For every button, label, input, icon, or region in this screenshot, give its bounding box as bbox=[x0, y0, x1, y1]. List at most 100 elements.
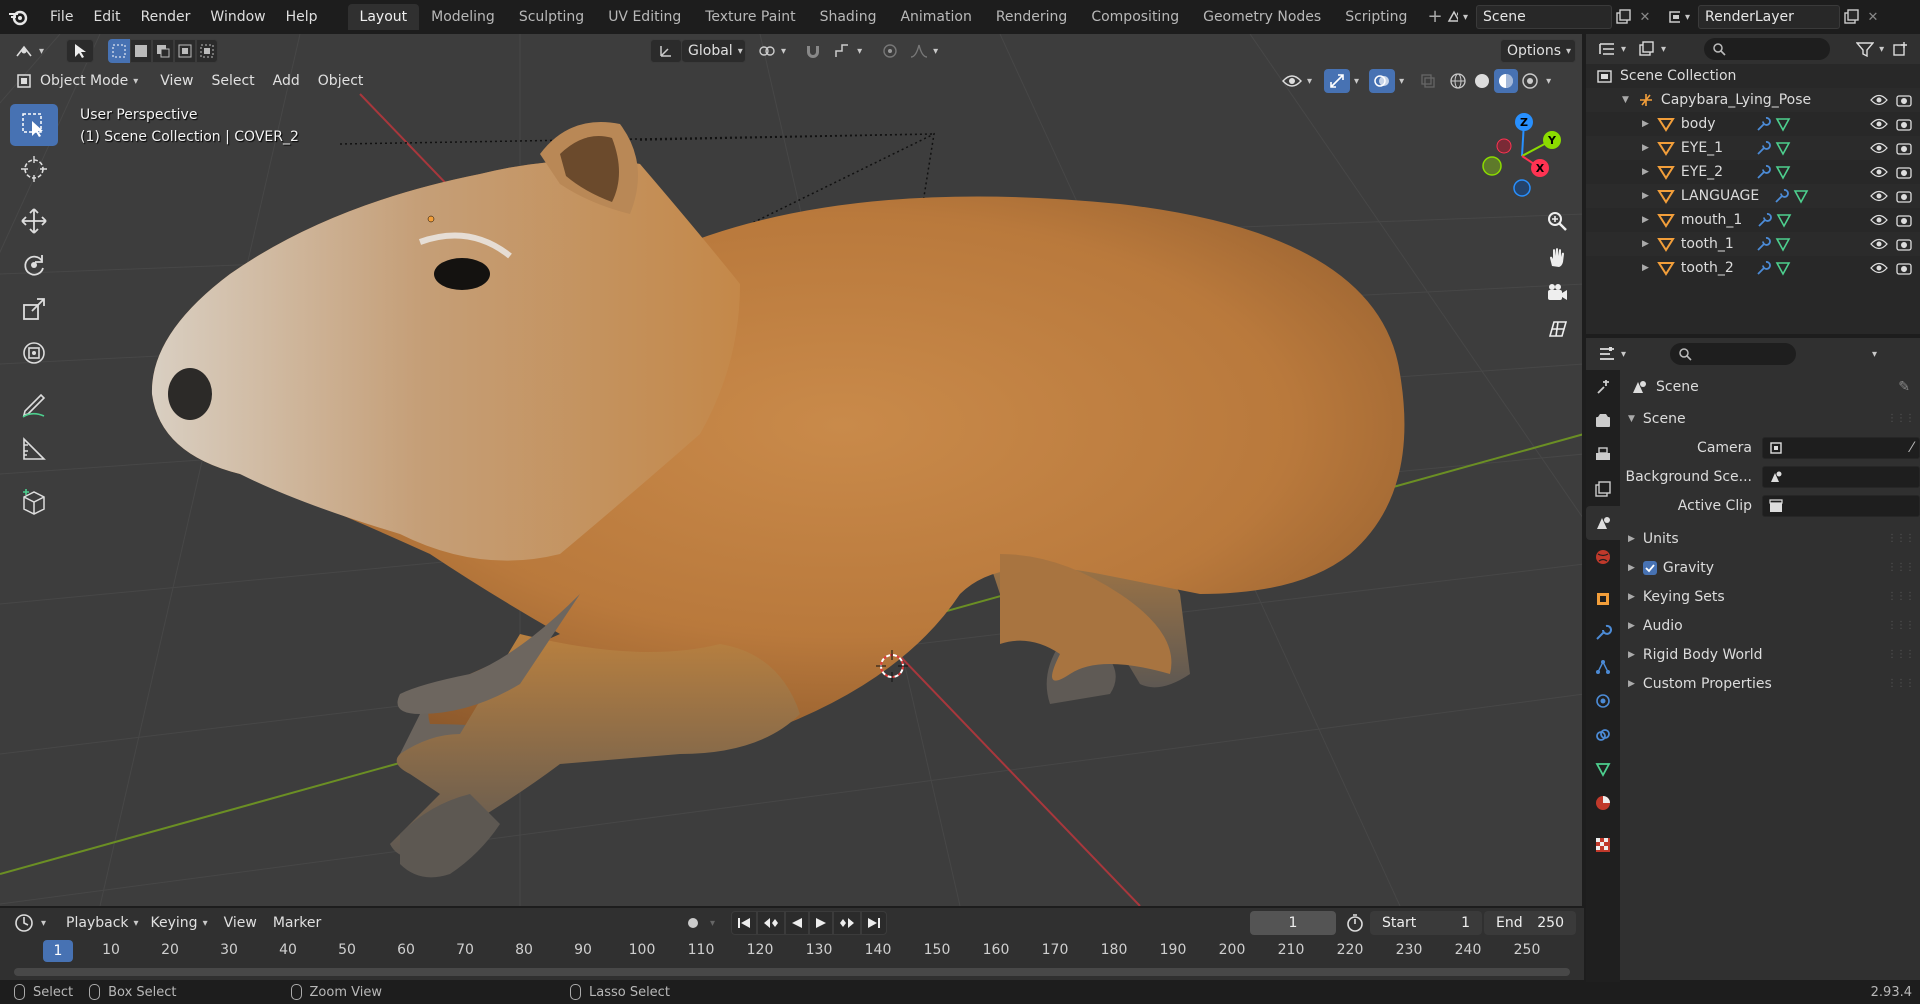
mesh-data-icon[interactable] bbox=[1775, 164, 1791, 180]
tab-view-layer[interactable] bbox=[1586, 472, 1620, 506]
properties-options-dropdown[interactable]: ▾ bbox=[1868, 342, 1881, 366]
select-mode-extend-icon[interactable] bbox=[130, 39, 153, 63]
expand-triangle-icon[interactable]: ▶ bbox=[1642, 119, 1649, 129]
eye-icon[interactable] bbox=[1870, 237, 1888, 251]
pin-icon[interactable]: ✎ bbox=[1898, 379, 1910, 395]
modifier-wrench-icon[interactable] bbox=[1756, 212, 1773, 228]
eye-icon[interactable] bbox=[1870, 141, 1888, 155]
tab-modifiers[interactable] bbox=[1586, 616, 1620, 650]
xray-toggle[interactable] bbox=[1416, 69, 1440, 93]
start-frame-field[interactable]: Start 1 bbox=[1370, 911, 1482, 935]
filter-button[interactable]: ▾ bbox=[1852, 37, 1888, 61]
mesh-data-icon[interactable] bbox=[1775, 140, 1791, 156]
active-clip-field[interactable] bbox=[1762, 494, 1920, 517]
capybara-model[interactable] bbox=[151, 122, 1405, 878]
mesh-data-icon[interactable] bbox=[1775, 236, 1791, 252]
snap-options-button[interactable]: ▾ bbox=[828, 39, 868, 63]
outliner-row-capybara[interactable]: ▼ Capybara_Lying_Pose bbox=[1586, 88, 1920, 112]
tab-object[interactable] bbox=[1586, 582, 1620, 616]
menu-add[interactable]: Add bbox=[267, 69, 306, 93]
modifier-wrench-icon[interactable] bbox=[1755, 116, 1771, 132]
options-dropdown[interactable]: Options ▾ bbox=[1500, 39, 1576, 63]
outliner-row-object[interactable]: ▶ EYE_1 bbox=[1586, 136, 1920, 160]
eye-icon[interactable] bbox=[1870, 165, 1888, 179]
proportional-falloff-button[interactable]: ▾ bbox=[904, 39, 944, 63]
timeline-editor-type-button[interactable]: ▾ bbox=[8, 911, 52, 935]
tab-world[interactable] bbox=[1586, 540, 1620, 574]
menu-help[interactable]: Help bbox=[276, 0, 328, 34]
tab-animation[interactable]: Animation bbox=[888, 4, 983, 30]
current-frame-field[interactable]: 1 bbox=[1250, 911, 1336, 935]
delete-view-layer-icon[interactable]: ✕ bbox=[1862, 5, 1884, 29]
outliner-row-scene-collection[interactable]: Scene Collection bbox=[1586, 64, 1920, 88]
zoom-icon[interactable] bbox=[1540, 204, 1574, 238]
eye-icon[interactable] bbox=[1870, 261, 1888, 275]
display-mode-button[interactable]: ▾ bbox=[1634, 37, 1670, 61]
modifier-wrench-icon[interactable] bbox=[1755, 140, 1771, 156]
camera-view-icon[interactable] bbox=[1540, 276, 1574, 310]
prev-keyframe-button[interactable] bbox=[757, 911, 786, 935]
auto-keying-toggle[interactable] bbox=[680, 911, 706, 935]
render-camera-icon[interactable] bbox=[1896, 261, 1912, 275]
keying-dropdown[interactable]: Keying ▾ bbox=[145, 911, 214, 935]
panel-units[interactable]: ▶ Units ⋮⋮⋮ bbox=[1620, 524, 1920, 553]
render-camera-icon[interactable] bbox=[1896, 165, 1912, 179]
render-camera-icon[interactable] bbox=[1896, 237, 1912, 251]
tool-transform[interactable] bbox=[10, 332, 58, 374]
panel-scene-header[interactable]: ▼ Scene ⋮⋮⋮ bbox=[1620, 404, 1920, 433]
menu-window[interactable]: Window bbox=[200, 0, 275, 34]
new-scene-icon[interactable] bbox=[1612, 5, 1634, 29]
panel-gravity[interactable]: ▶ Gravity ⋮⋮⋮ bbox=[1620, 553, 1920, 582]
preview-range-toggle[interactable] bbox=[1344, 911, 1366, 935]
outliner-row-object[interactable]: ▶ tooth_1 bbox=[1586, 232, 1920, 256]
playhead[interactable]: 1 bbox=[43, 940, 73, 962]
expand-triangle-icon[interactable]: ▶ bbox=[1642, 191, 1649, 201]
tab-physics[interactable] bbox=[1586, 684, 1620, 718]
end-frame-field[interactable]: End 250 bbox=[1484, 911, 1576, 935]
drag-grip-icon[interactable]: ⋮⋮⋮ bbox=[1887, 413, 1915, 424]
navigation-gizmo[interactable]: Z Y X bbox=[1470, 106, 1566, 202]
modifier-wrench-icon[interactable] bbox=[1755, 236, 1771, 252]
gravity-checkbox[interactable] bbox=[1642, 560, 1657, 575]
pivot-point-button[interactable]: ▾ bbox=[752, 39, 792, 63]
tool-select-button[interactable] bbox=[66, 39, 95, 63]
timeline-menu-marker[interactable]: Marker bbox=[267, 911, 327, 935]
render-camera-icon[interactable] bbox=[1896, 93, 1912, 107]
tab-geometry-nodes[interactable]: Geometry Nodes bbox=[1191, 4, 1333, 30]
properties-search[interactable] bbox=[1670, 343, 1797, 365]
menu-file[interactable]: File bbox=[40, 0, 83, 34]
select-mode-difference-icon[interactable] bbox=[174, 39, 197, 63]
tab-tool[interactable] bbox=[1586, 370, 1620, 404]
menu-select[interactable]: Select bbox=[205, 69, 260, 93]
mesh-data-icon[interactable] bbox=[1775, 116, 1791, 132]
panel-keying-sets[interactable]: ▶ Keying Sets ⋮⋮⋮ bbox=[1620, 582, 1920, 611]
frame-ruler[interactable]: 1 10 20 30 40 50 60 70 80 90 100 110 120… bbox=[0, 940, 1584, 962]
expand-triangle-icon[interactable]: ▶ bbox=[1642, 143, 1649, 153]
tab-output[interactable] bbox=[1586, 438, 1620, 472]
menu-view[interactable]: View bbox=[154, 69, 199, 93]
transform-orientation-icon[interactable] bbox=[650, 39, 683, 63]
background-scene-field[interactable] bbox=[1762, 465, 1920, 488]
new-view-layer-icon[interactable] bbox=[1840, 5, 1862, 29]
timeline-menu-view[interactable]: View bbox=[218, 911, 263, 935]
tab-shading[interactable]: Shading bbox=[808, 4, 889, 30]
eye-icon[interactable] bbox=[1870, 189, 1888, 203]
tool-scale[interactable] bbox=[10, 288, 58, 330]
expand-triangle-icon[interactable]: ▼ bbox=[1622, 95, 1629, 105]
auto-keying-dropdown[interactable]: ▾ bbox=[706, 911, 719, 935]
shading-rendered[interactable] bbox=[1518, 69, 1542, 93]
view-layer-name-field[interactable]: RenderLayer bbox=[1698, 5, 1840, 29]
new-collection-button[interactable] bbox=[1888, 37, 1914, 61]
tab-texture-paint[interactable]: Texture Paint bbox=[693, 4, 807, 30]
play-button[interactable] bbox=[809, 911, 834, 935]
shading-wireframe[interactable] bbox=[1446, 69, 1470, 93]
expand-triangle-icon[interactable]: ▶ bbox=[1642, 239, 1649, 249]
gizmo-dropdown[interactable]: ▾ bbox=[1350, 69, 1363, 93]
menu-object[interactable]: Object bbox=[312, 69, 370, 93]
eye-icon[interactable] bbox=[1870, 117, 1888, 131]
shading-material-preview[interactable] bbox=[1494, 69, 1519, 93]
expand-triangle-icon[interactable]: ▶ bbox=[1642, 215, 1649, 225]
outliner-row-object[interactable]: ▶ LANGUAGE bbox=[1586, 184, 1920, 208]
menu-render[interactable]: Render bbox=[131, 0, 201, 34]
outliner-row-object[interactable]: ▶ body bbox=[1586, 112, 1920, 136]
